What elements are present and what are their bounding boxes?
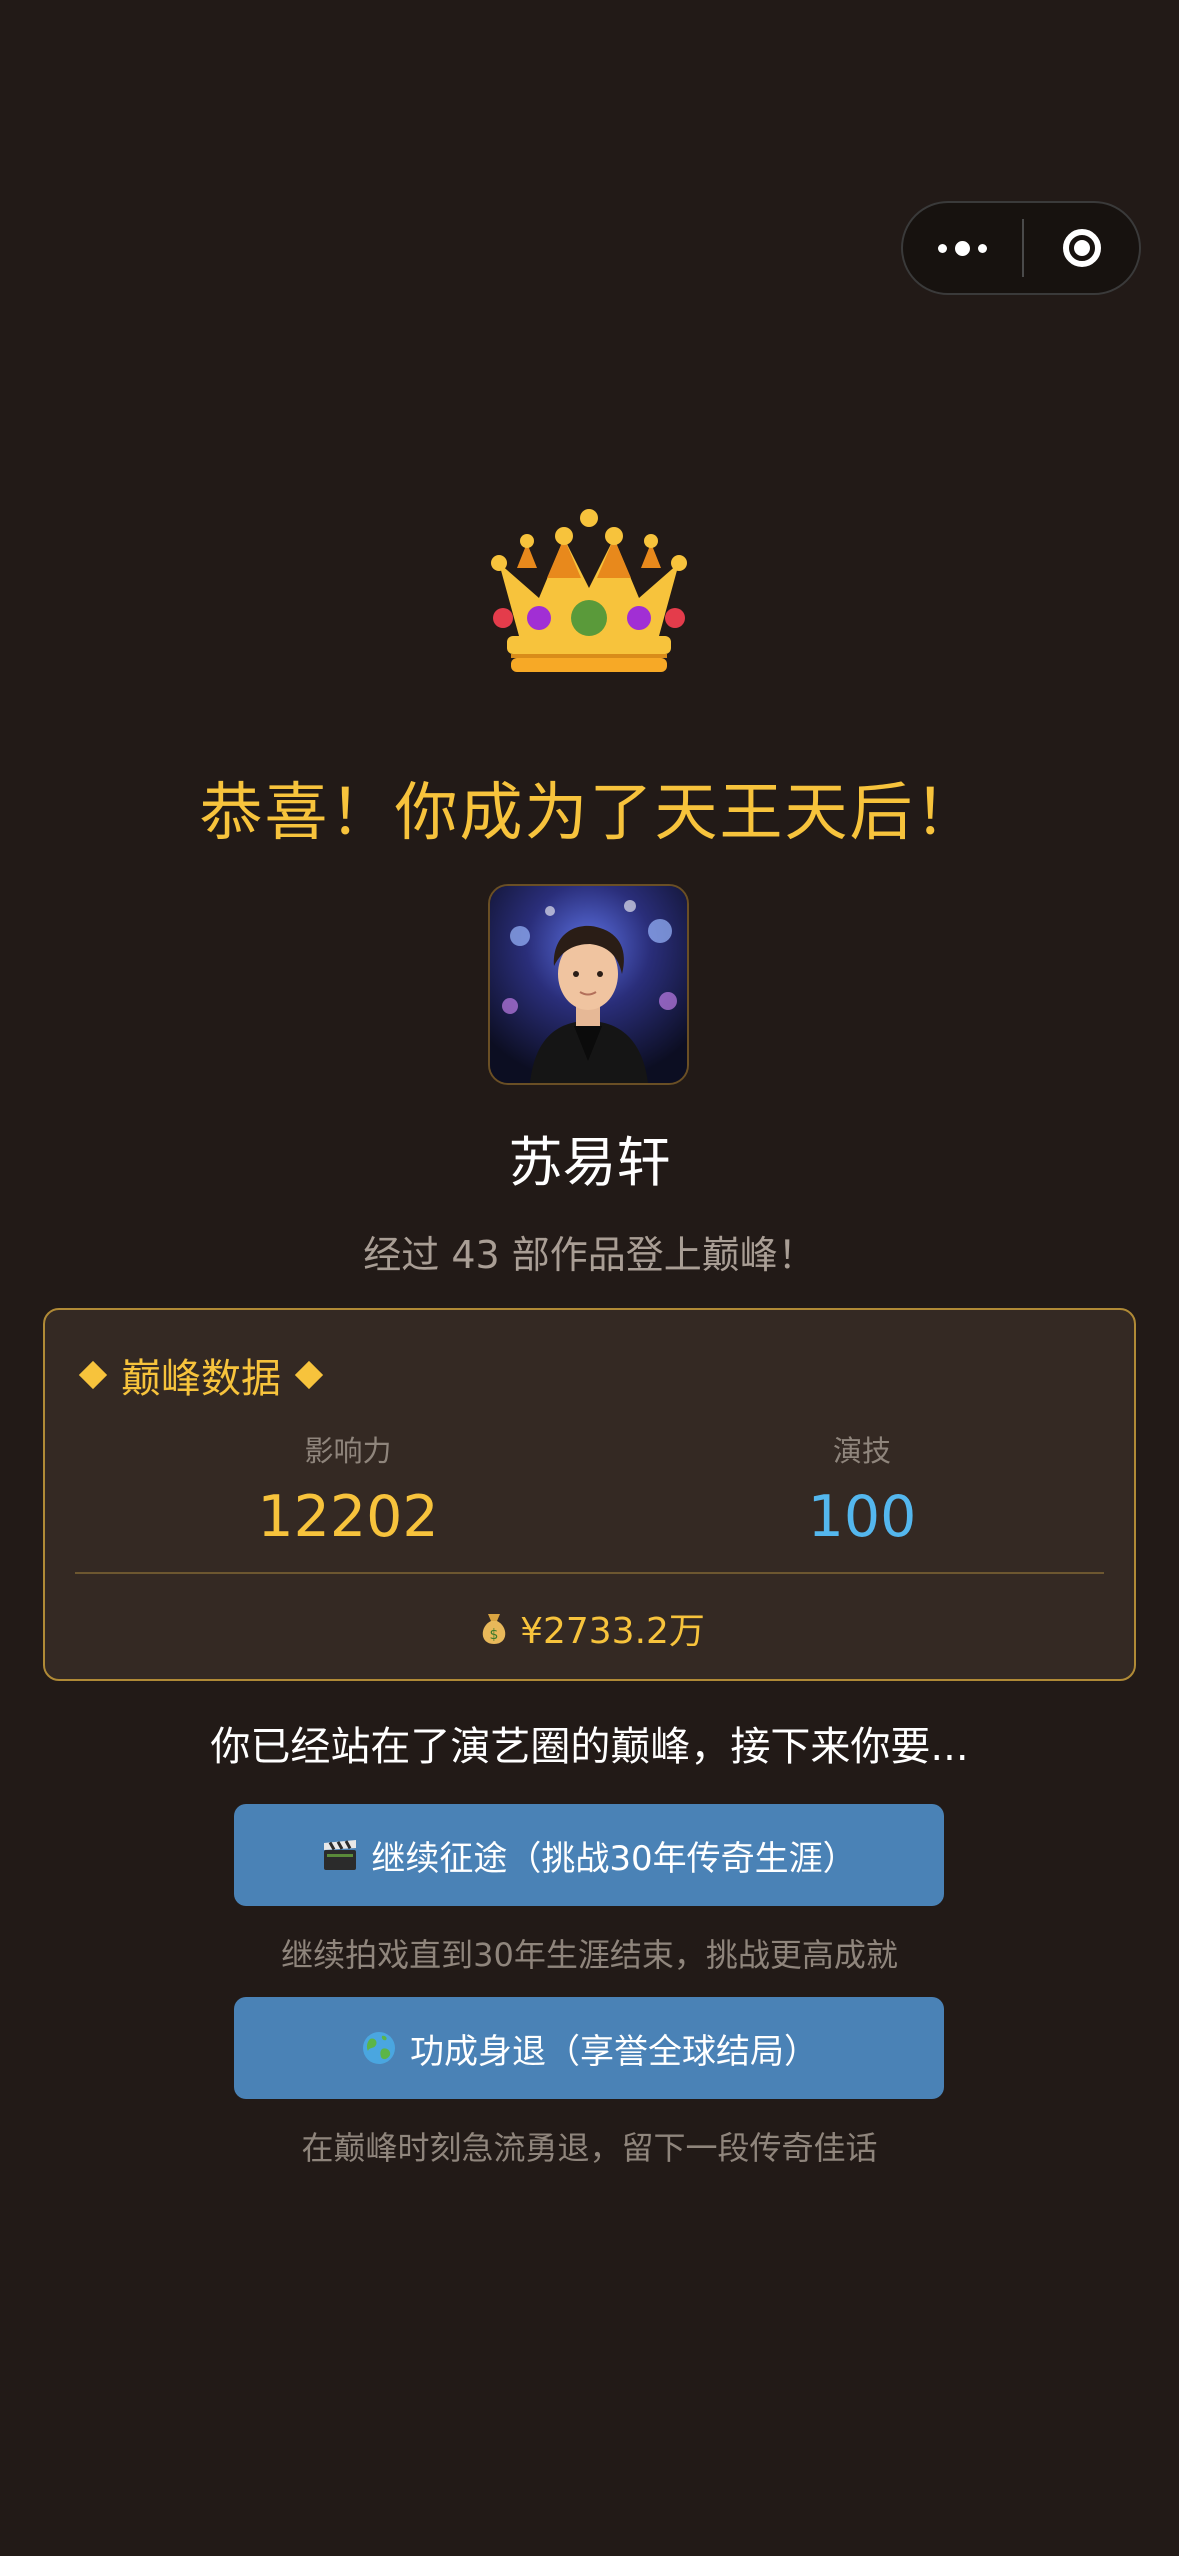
influence-value: 12202 [257,1484,439,1550]
stats-title: 巅峰数据 [121,1356,281,1402]
acting-label: 演技 [832,1434,891,1468]
retire-button[interactable]: 功成身退（享誉全球结局） [234,1997,944,2099]
clapperboard-icon [324,1840,357,1870]
achievement-subtitle: 经过 43 部作品登上巅峰！ [363,1233,816,1277]
stats-header: 巅峰数据 [78,1346,324,1404]
stats-divider [75,1572,1104,1574]
acting-stat: 演技 100 [662,1428,1062,1550]
globe-icon [363,2032,395,2064]
miniprogram-capsule [901,201,1141,295]
retire-desc: 在巅峰时刻急流勇退，留下一段传奇佳话 [301,2129,878,2167]
avatar [488,884,689,1085]
influence-stat: 影响力 12202 [148,1428,548,1550]
ellipsis-icon [938,240,987,256]
avatar-image [490,886,687,1083]
continue-career-desc: 继续拍戏直到30年生涯结束，挑战更高成就 [281,1936,898,1974]
money-row: $ ¥2733.2万 [45,1602,1134,1654]
diamond-icon [294,1360,324,1390]
player-name: 苏易轩 [508,1131,671,1194]
influence-label: 影响力 [304,1434,392,1468]
continue-career-button[interactable]: 继续征途（挑战30年传奇生涯） [234,1804,944,1906]
choice-prompt: 你已经站在了演艺圈的巅峰，接下来你要... [210,1724,969,1770]
more-button[interactable] [903,203,1022,293]
peak-stats-card: 巅峰数据 影响力 12202 演技 100 $ ¥2733.2万 [43,1308,1136,1681]
close-miniprogram-button[interactable] [1024,203,1139,293]
money-bag-icon: $ [482,1614,506,1644]
target-close-icon [1062,229,1101,267]
crown-icon [491,509,687,672]
acting-value: 100 [807,1484,917,1550]
retire-label: 功成身退（享誉全球结局） [410,2031,818,2072]
money-value: ¥2733.2万 [520,1611,705,1652]
diamond-icon [78,1360,108,1390]
svg-text:$: $ [490,1627,499,1643]
continue-career-label: 继续征途（挑战30年传奇生涯） [371,1838,857,1879]
page-title: 恭喜！你成为了天王天后！ [199,776,980,849]
